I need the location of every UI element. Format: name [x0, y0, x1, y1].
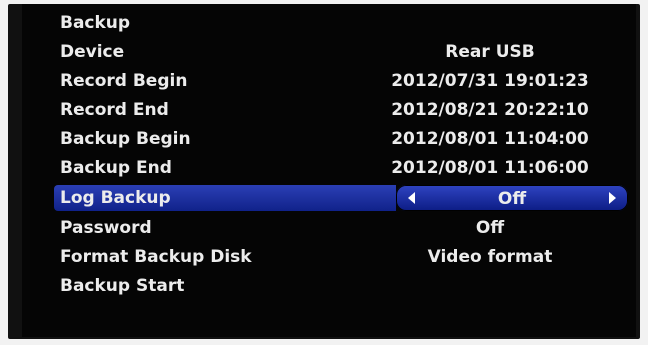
- format-backup-disk-label: Format Backup Disk: [60, 247, 252, 267]
- device-value[interactable]: Rear USB: [374, 42, 606, 62]
- log-backup-label: Log Backup: [54, 185, 396, 211]
- backup-begin-label: Backup Begin: [60, 129, 191, 149]
- format-backup-disk-value[interactable]: Video format: [374, 247, 606, 267]
- record-end-value[interactable]: 2012/08/21 20:22:10: [374, 100, 606, 120]
- menu-row-backup-start[interactable]: Backup Start: [22, 271, 636, 299]
- device-label: Device: [60, 42, 125, 62]
- dvr-screen-frame: Backup Device Rear USB Record Begin 2012…: [8, 4, 640, 339]
- backup-begin-value[interactable]: 2012/08/01 11:04:00: [374, 129, 606, 149]
- menu-row-record-end[interactable]: Record End 2012/08/21 20:22:10: [22, 95, 636, 123]
- menu-row-password[interactable]: Password Off: [22, 213, 636, 241]
- menu-row-record-begin[interactable]: Record Begin 2012/07/31 19:01:23: [22, 66, 636, 94]
- backup-end-label: Backup End: [60, 158, 172, 178]
- backup-end-value[interactable]: 2012/08/01 11:06:00: [374, 158, 606, 178]
- log-backup-value: Off: [497, 189, 527, 209]
- menu-title-row: Backup: [22, 8, 636, 36]
- log-backup-selector[interactable]: Off: [396, 185, 628, 211]
- record-begin-label: Record Begin: [60, 71, 188, 91]
- menu-row-backup-end[interactable]: Backup End 2012/08/01 11:06:00: [22, 153, 636, 181]
- triangle-right-icon[interactable]: [609, 192, 616, 204]
- menu-row-backup-begin[interactable]: Backup Begin 2012/08/01 11:04:00: [22, 124, 636, 152]
- backup-menu: Backup Device Rear USB Record Begin 2012…: [22, 4, 636, 337]
- record-begin-value[interactable]: 2012/07/31 19:01:23: [374, 71, 606, 91]
- backup-start-label[interactable]: Backup Start: [60, 276, 184, 296]
- record-end-label: Record End: [60, 100, 169, 120]
- menu-row-format-backup-disk[interactable]: Format Backup Disk Video format: [22, 242, 636, 270]
- menu-row-device[interactable]: Device Rear USB: [22, 37, 636, 65]
- password-value[interactable]: Off: [374, 218, 606, 238]
- menu-row-log-backup[interactable]: Log Backup Off: [22, 184, 636, 212]
- password-label: Password: [60, 218, 152, 238]
- menu-title: Backup: [60, 13, 131, 33]
